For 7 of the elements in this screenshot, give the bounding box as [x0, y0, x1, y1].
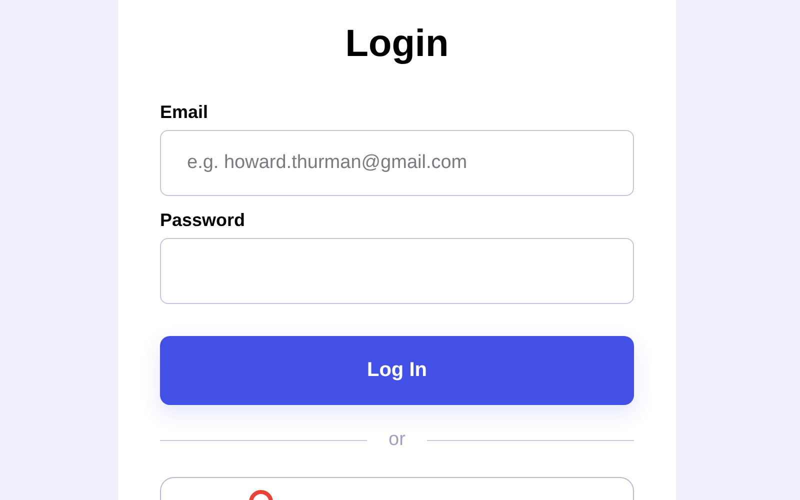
divider-text: or: [388, 429, 406, 451]
login-title: Login: [344, 22, 450, 66]
input-field[interactable]: [160, 238, 634, 304]
login-button[interactable]: Log In: [160, 336, 634, 405]
input-field[interactable]: e.g. howard.thurman@gmail.com: [160, 130, 634, 196]
field-label: Password: [160, 210, 246, 230]
field-label: Email: [160, 102, 210, 122]
